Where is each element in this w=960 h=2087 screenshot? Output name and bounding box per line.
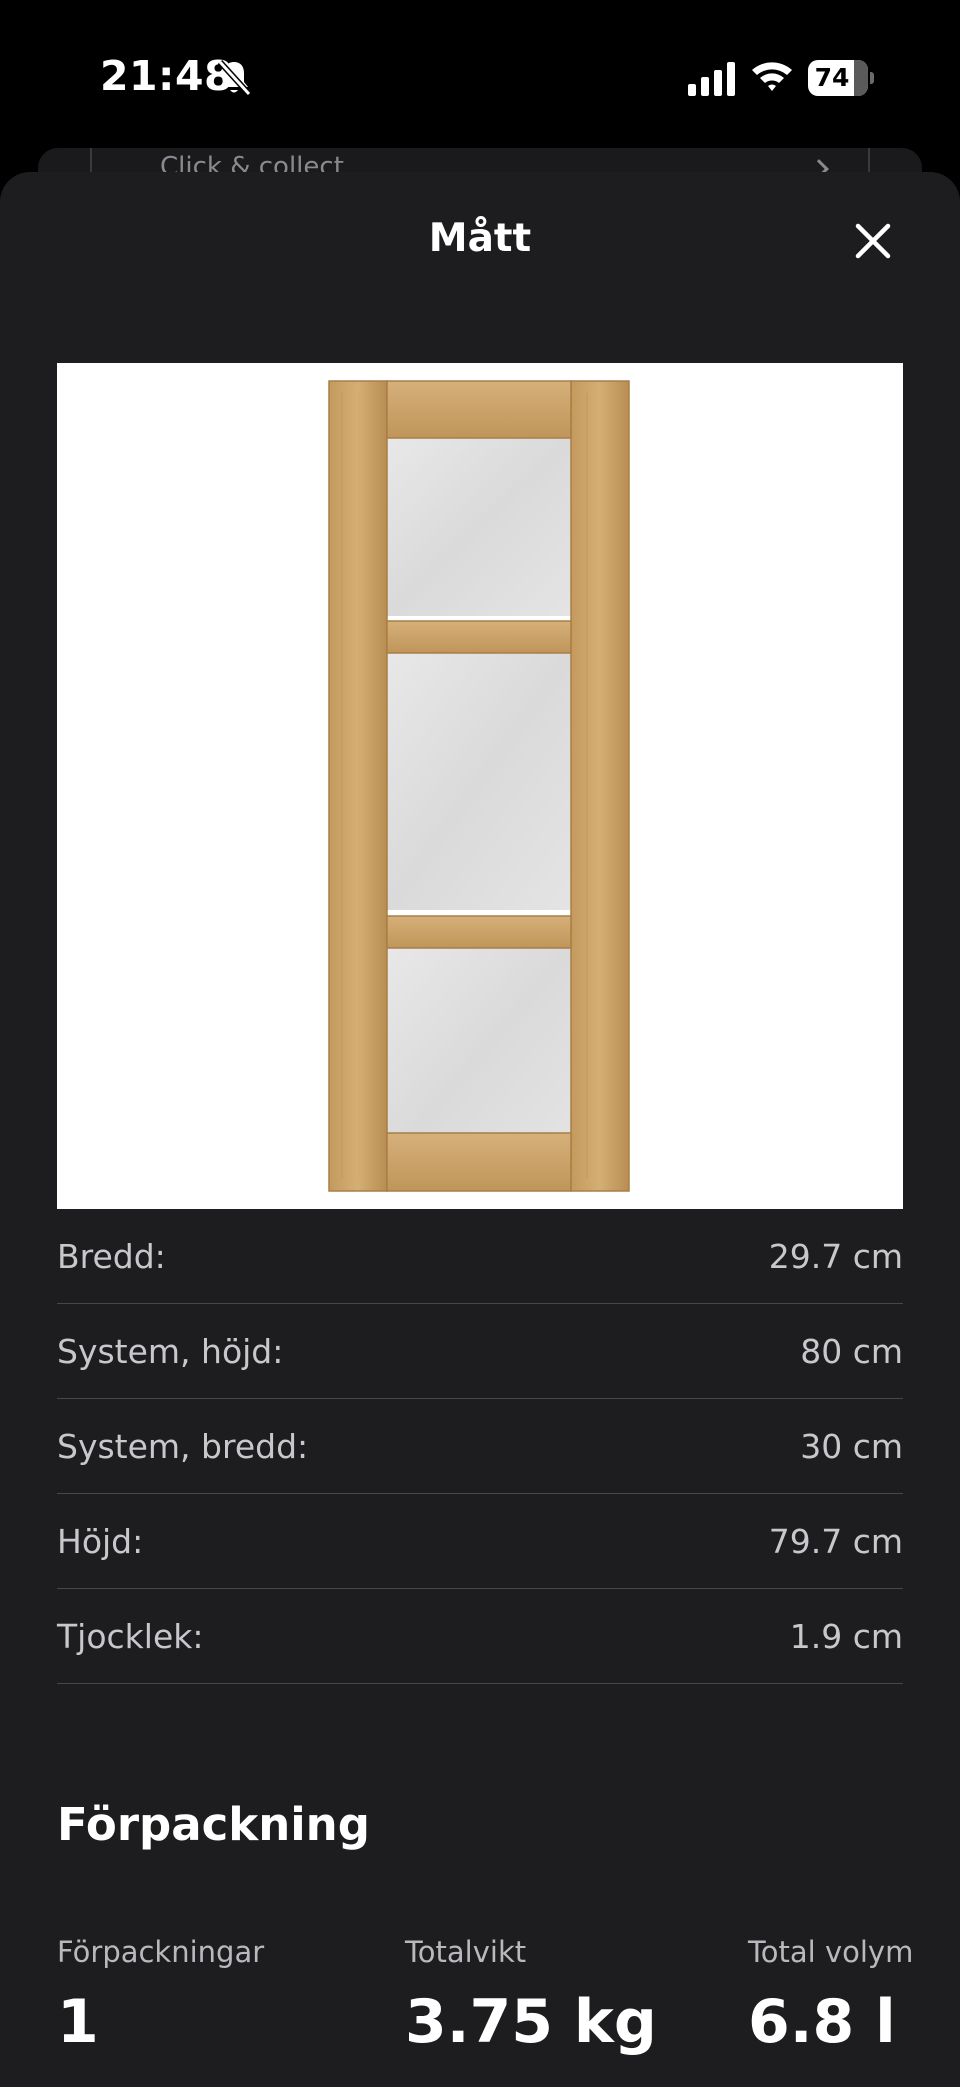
total-weight: Totalvikt 3.75 kg bbox=[405, 1935, 657, 2057]
dimensions-table: Bredd: 29.7 cm System, höjd: 80 cm Syste… bbox=[57, 1209, 903, 1684]
dimension-row: Bredd: 29.7 cm bbox=[57, 1209, 903, 1304]
dimension-label: System, höjd: bbox=[57, 1331, 284, 1371]
dimension-row: Höjd: 79.7 cm bbox=[57, 1494, 903, 1589]
total-weight-value: 3.75 kg bbox=[405, 1987, 657, 2057]
packages-value: 1 bbox=[57, 1987, 99, 2057]
packaging-title: Förpackning bbox=[57, 1798, 370, 1851]
dimension-row: Tjocklek: 1.9 cm bbox=[57, 1589, 903, 1684]
product-image bbox=[57, 363, 903, 1209]
dimension-value: 80 cm bbox=[800, 1331, 903, 1371]
dimension-label: Bredd: bbox=[57, 1236, 166, 1276]
packages-label: Förpackningar bbox=[57, 1935, 265, 1969]
dimension-label: Tjocklek: bbox=[57, 1616, 204, 1656]
battery-level: 74 bbox=[814, 63, 850, 92]
status-bar: 21:48 74 bbox=[0, 0, 960, 150]
dimension-label: System, bredd: bbox=[57, 1426, 309, 1466]
packages-count: Förpackningar 1 bbox=[57, 1935, 264, 2057]
total-weight-label: Totalvikt bbox=[405, 1935, 527, 1969]
cellular-signal-icon bbox=[688, 62, 735, 96]
bell-slash-icon bbox=[217, 59, 252, 97]
glass-door-image bbox=[328, 380, 630, 1192]
battery-icon: 74 bbox=[808, 60, 874, 96]
dimension-row: System, bredd: 30 cm bbox=[57, 1399, 903, 1494]
sheet-title: Mått bbox=[428, 216, 532, 261]
wifi-icon bbox=[752, 62, 792, 91]
dimension-label: Höjd: bbox=[57, 1521, 144, 1561]
status-time: 21:48 bbox=[100, 52, 234, 100]
dimension-value: 29.7 cm bbox=[768, 1236, 903, 1276]
close-icon[interactable] bbox=[848, 216, 898, 266]
dimension-row: System, höjd: 80 cm bbox=[57, 1304, 903, 1399]
dimension-value: 79.7 cm bbox=[768, 1521, 903, 1561]
total-volume-label: Total volym bbox=[748, 1935, 914, 1969]
total-volume-value: 6.8 l bbox=[748, 1987, 896, 2057]
total-volume: Total volym 6.8 l bbox=[748, 1935, 913, 2057]
dimension-value: 30 cm bbox=[800, 1426, 903, 1466]
dimension-value: 1.9 cm bbox=[789, 1616, 903, 1656]
